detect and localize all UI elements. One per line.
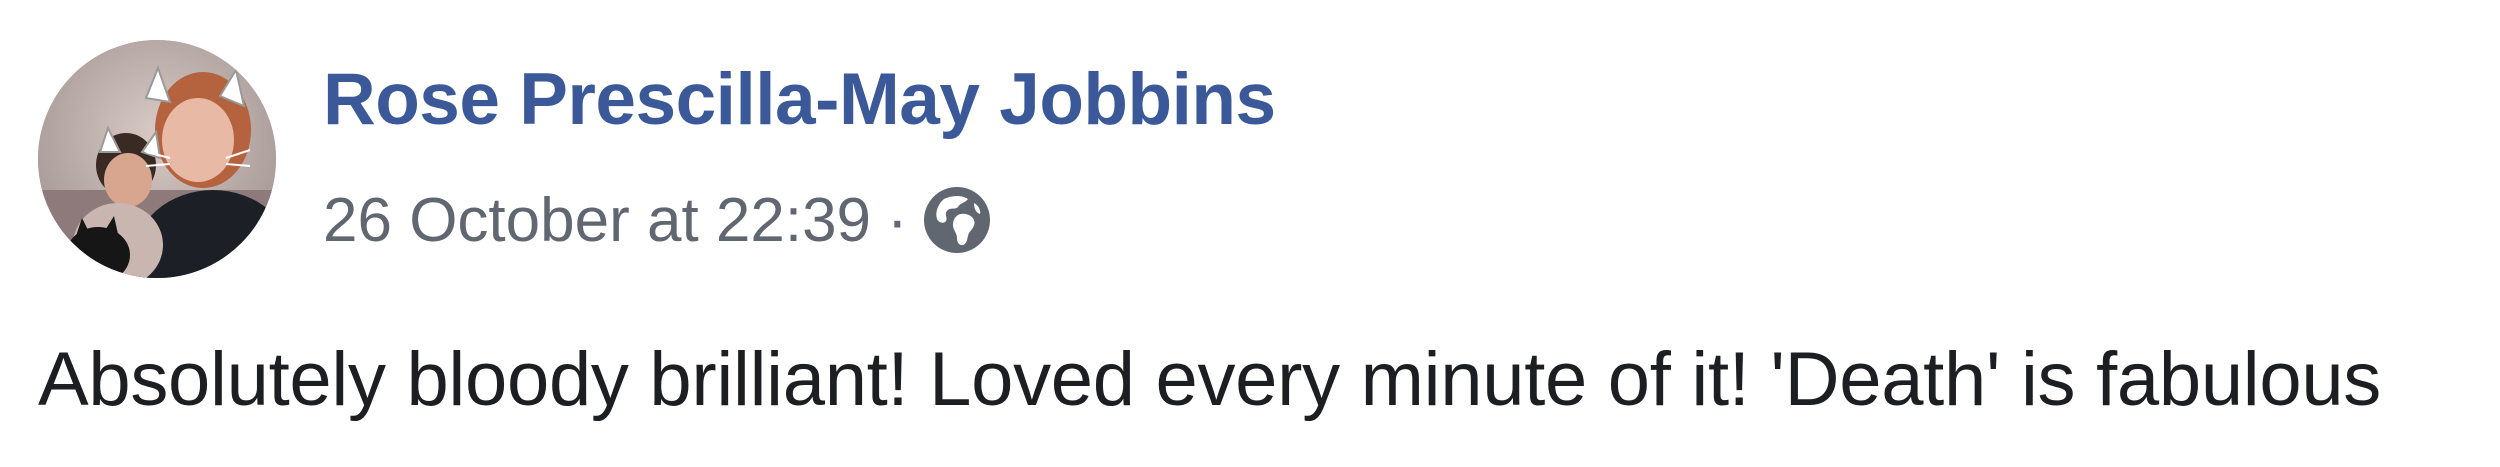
post-meta: 26 October at 22:39 · [323,178,992,262]
post-timestamp-link[interactable]: 26 October at 22:39 [323,185,871,256]
meta-separator: · [887,185,908,255]
facebook-post: Rose Prescilla-May Jobbins 26 October at… [0,0,2500,467]
avatar[interactable] [38,40,276,278]
avatar-photo [38,40,276,278]
post-body-text: Absolutely bloody brilliant! Loved every… [38,337,2382,422]
globe-icon[interactable] [922,185,992,255]
author-name-link[interactable]: Rose Prescilla-May Jobbins [323,58,1276,141]
